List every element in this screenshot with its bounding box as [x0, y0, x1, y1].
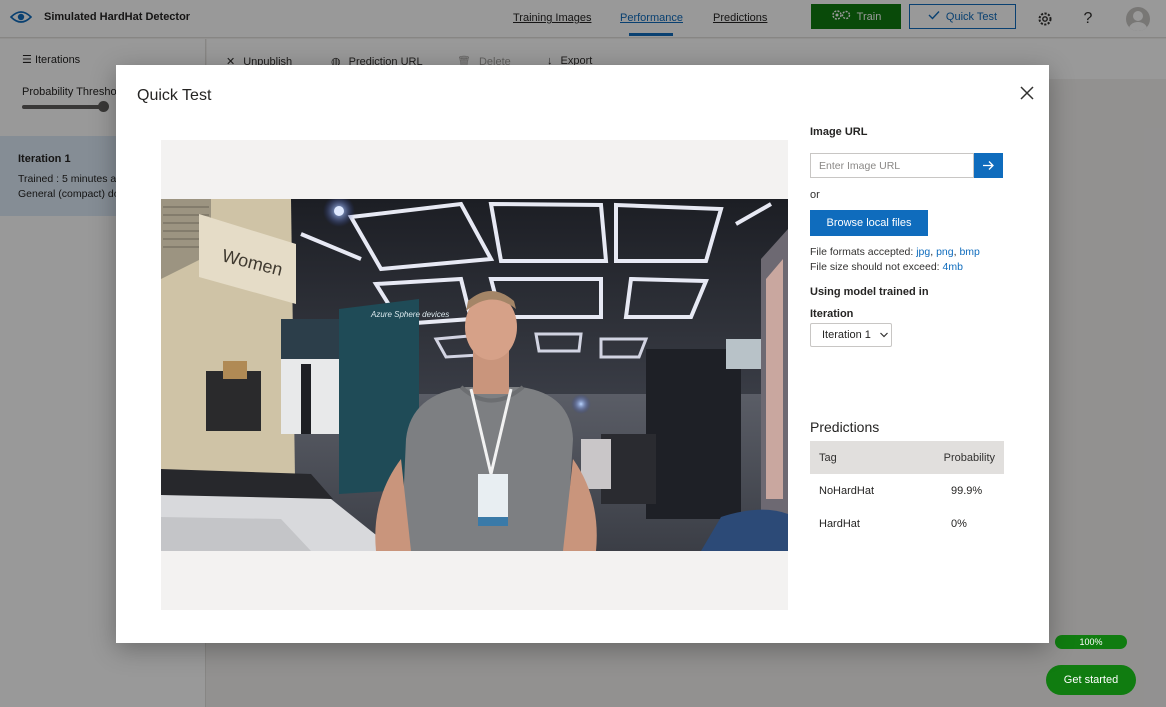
tag-column-header: Tag: [819, 451, 837, 464]
iteration-label: Iteration: [810, 308, 854, 320]
iteration-dropdown[interactable]: Iteration 1: [810, 323, 892, 347]
test-image-illustration: Women Azure Sphere devices: [161, 199, 788, 551]
prediction-probability: 99.9%: [951, 484, 983, 497]
file-size-prefix: File size should not exceed:: [810, 261, 943, 273]
image-url-label: Image URL: [810, 126, 868, 138]
prediction-tag: HardHat: [819, 517, 860, 530]
using-model-label: Using model trained in: [810, 286, 929, 298]
table-row: NoHardHat 99.9%: [810, 474, 1004, 507]
image-url-input[interactable]: [810, 153, 974, 178]
chevron-down-icon: [879, 332, 888, 338]
dialog-title: Quick Test: [137, 87, 212, 104]
probability-column-header: Probability: [943, 451, 995, 464]
submit-url-button[interactable]: [974, 153, 1003, 178]
predictions-table: Tag Probability NoHardHat 99.9% HardHat …: [810, 441, 1004, 540]
iteration-selected-value: Iteration 1: [822, 329, 871, 341]
file-formats-prefix: File formats accepted:: [810, 246, 917, 258]
browse-local-files-button[interactable]: Browse local files: [810, 210, 928, 236]
arrow-right-icon: [983, 161, 994, 170]
quick-test-dialog: Quick Test Women Azure Sphere devices Im…: [116, 65, 1049, 643]
test-image: Women Azure Sphere devices: [161, 199, 788, 551]
or-text: or: [810, 189, 820, 201]
get-started-button[interactable]: Get started: [1046, 665, 1136, 695]
format-jpg: jpg: [916, 246, 931, 258]
prediction-probability: 0%: [951, 517, 967, 530]
predictions-table-header: Tag Probability: [810, 441, 1004, 474]
file-size-limit: 4mb: [942, 261, 963, 273]
prediction-tag: NoHardHat: [819, 484, 875, 497]
file-size-text: File size should not exceed: 4mb: [810, 261, 963, 273]
format-png: png: [936, 246, 954, 258]
quick-test-options: Image URL or Browse local files File for…: [810, 65, 1030, 643]
predictions-title: Predictions: [810, 419, 880, 435]
table-row: HardHat 0%: [810, 507, 1004, 540]
booth-sign-text: Azure Sphere devices: [370, 310, 449, 319]
format-bmp: bmp: [959, 246, 980, 258]
file-formats-text: File formats accepted: jpg, png, bmp: [810, 246, 980, 258]
progress-pill: 100%: [1055, 635, 1127, 649]
